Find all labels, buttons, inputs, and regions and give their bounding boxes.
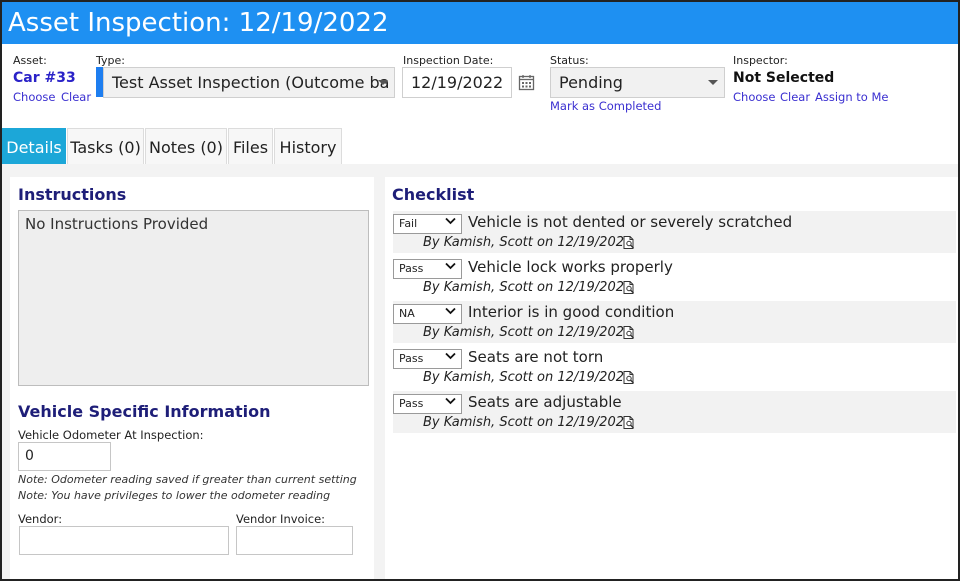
- inspector-value: Not Selected: [733, 70, 835, 86]
- document-icon[interactable]: [623, 236, 635, 249]
- inspector-clear-link[interactable]: Clear: [780, 90, 810, 104]
- page-title: Asset Inspection: 12/19/2022: [2, 2, 958, 44]
- odometer-input[interactable]: 0: [18, 442, 111, 471]
- instructions-heading: Instructions: [18, 185, 127, 204]
- checklist-item-by: By Kamish, Scott on 12/19/2022: [423, 370, 633, 385]
- document-icon[interactable]: [623, 371, 635, 384]
- checklist-item-text: Seats are not torn: [468, 348, 604, 366]
- asset-choose-link[interactable]: Choose: [13, 90, 55, 104]
- chevron-down-icon: [445, 352, 456, 360]
- checklist-item-by: By Kamish, Scott on 12/19/2022: [423, 325, 633, 340]
- result-select-value: Pass: [399, 262, 424, 275]
- vendor-input[interactable]: [19, 526, 229, 555]
- checklist-item: Pass Seats are not torn By Kamish, Scott…: [393, 346, 956, 388]
- document-icon[interactable]: [623, 416, 635, 429]
- vendor-label: Vendor:: [18, 512, 63, 526]
- asset-label: Asset:: [13, 54, 47, 67]
- odometer-note-1: Note: Odometer reading saved if greater …: [18, 473, 357, 486]
- checklist-item-by: By Kamish, Scott on 12/19/2022: [423, 415, 633, 430]
- tab-notes[interactable]: Notes (0): [145, 128, 227, 164]
- result-select[interactable]: Fail: [393, 214, 462, 234]
- instructions-box: No Instructions Provided: [18, 210, 369, 386]
- checklist-item-text: Interior is in good condition: [468, 303, 675, 321]
- checklist-item-by: By Kamish, Scott on 12/19/2022: [423, 280, 633, 295]
- tab-files[interactable]: Files: [228, 128, 273, 164]
- checklist-item: Pass Seats are adjustable By Kamish, Sco…: [393, 391, 956, 433]
- inspection-date-label: Inspection Date:: [403, 54, 494, 67]
- odometer-label: Vehicle Odometer At Inspection:: [18, 428, 204, 442]
- result-select[interactable]: NA: [393, 304, 462, 324]
- chevron-down-icon: [378, 80, 388, 85]
- tab-details[interactable]: Details: [2, 128, 66, 164]
- calendar-icon[interactable]: [518, 74, 535, 91]
- result-select-value: NA: [399, 307, 415, 320]
- asset-value-link[interactable]: Car #33: [13, 70, 76, 86]
- vendor-invoice-label: Vendor Invoice:: [236, 512, 326, 526]
- checklist-heading: Checklist: [392, 185, 475, 204]
- document-icon[interactable]: [623, 326, 635, 339]
- chevron-down-icon: [445, 397, 456, 405]
- inspection-date-input[interactable]: 12/19/2022: [402, 67, 512, 98]
- tab-bar: Details Tasks (0) Notes (0) Files Histor…: [2, 128, 958, 164]
- result-select-value: Pass: [399, 352, 424, 365]
- checklist-item: Pass Vehicle lock works properly By Kami…: [393, 256, 956, 298]
- checklist-item: Fail Vehicle is not dented or severely s…: [393, 211, 956, 253]
- asset-clear-link[interactable]: Clear: [61, 90, 91, 104]
- result-select[interactable]: Pass: [393, 259, 462, 279]
- type-color-indicator: [96, 67, 103, 97]
- status-select-value: Pending: [559, 73, 623, 92]
- tab-tasks[interactable]: Tasks (0): [67, 128, 144, 164]
- chevron-down-icon: [708, 80, 718, 85]
- chevron-down-icon: [445, 307, 456, 315]
- chevron-down-icon: [445, 217, 456, 225]
- result-select[interactable]: Pass: [393, 394, 462, 414]
- type-select[interactable]: Test Asset Inspection (Outcome ba: [103, 67, 395, 98]
- assign-to-me-link[interactable]: Assign to Me: [815, 90, 889, 104]
- instructions-text: No Instructions Provided: [25, 215, 209, 233]
- inspector-label: Inspector:: [733, 54, 788, 67]
- result-select-value: Fail: [399, 217, 418, 230]
- tab-history[interactable]: History: [274, 128, 342, 164]
- checklist-item-text: Vehicle lock works properly: [468, 258, 673, 276]
- checklist-item: NA Interior is in good condition By Kami…: [393, 301, 956, 343]
- odometer-note-2: Note: You have privileges to lower the o…: [18, 489, 331, 502]
- type-label: Type:: [96, 54, 125, 67]
- chevron-down-icon: [445, 262, 456, 270]
- document-icon[interactable]: [623, 281, 635, 294]
- checklist-item-text: Vehicle is not dented or severely scratc…: [468, 213, 793, 231]
- vendor-invoice-input[interactable]: [236, 526, 353, 555]
- result-select-value: Pass: [399, 397, 424, 410]
- inspector-choose-link[interactable]: Choose: [733, 90, 775, 104]
- result-select[interactable]: Pass: [393, 349, 462, 369]
- checklist-item-by: By Kamish, Scott on 12/19/2022: [423, 235, 633, 250]
- status-select[interactable]: Pending: [550, 67, 725, 98]
- checklist-item-text: Seats are adjustable: [468, 393, 622, 411]
- mark-completed-link[interactable]: Mark as Completed: [550, 99, 661, 113]
- type-select-value: Test Asset Inspection (Outcome ba: [112, 73, 390, 92]
- vehicle-info-heading: Vehicle Specific Information: [18, 402, 271, 421]
- status-label: Status:: [550, 54, 589, 67]
